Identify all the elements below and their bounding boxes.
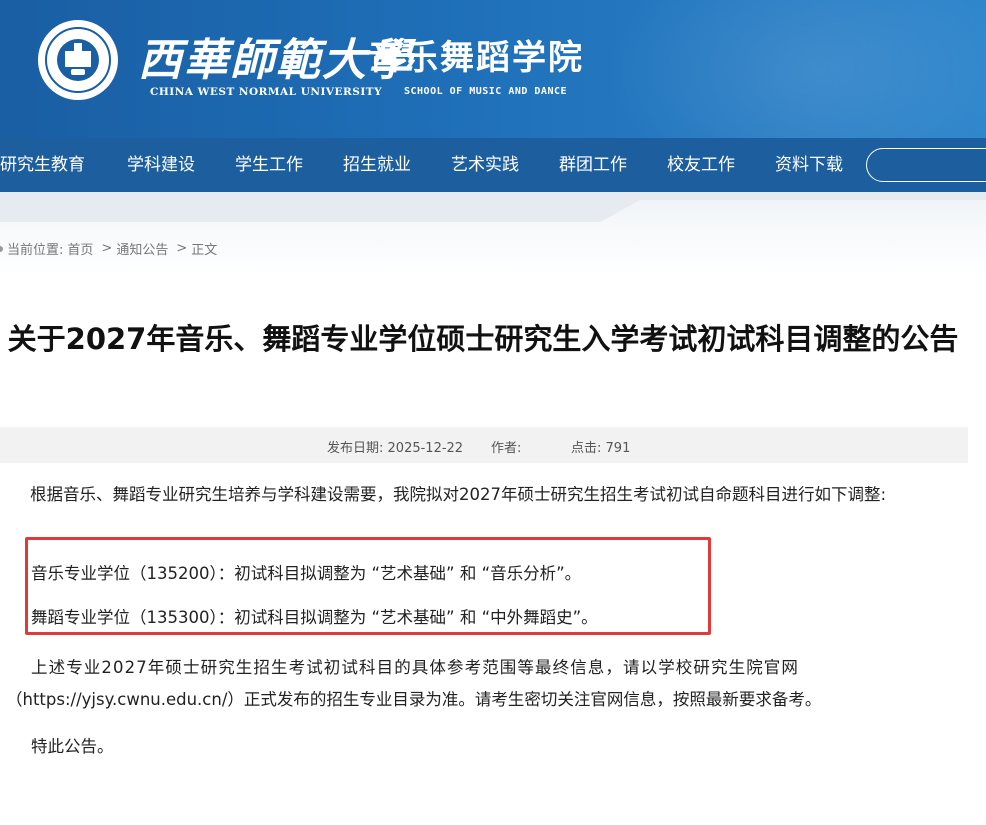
hit-count: 点击: 791 <box>571 437 630 456</box>
paragraph-intro: 根据音乐、舞蹈专业研究生培养与学科建设需要，我院拟对2027年硕士研究生招生考试… <box>30 485 887 504</box>
nav-item-admissions[interactable]: 招生就业 <box>343 138 411 192</box>
college-english-name: SCHOOL OF MUSIC AND DANCE <box>404 86 568 97</box>
location-icon <box>0 245 3 252</box>
hit-count-label: 点击: <box>571 441 602 456</box>
nav-item-downloads[interactable]: 资料下载 <box>775 138 843 192</box>
hit-count-value: 791 <box>605 441 631 456</box>
paragraph-reference-line-1: 上述专业2027年硕士研究生招生考试初试科目的具体参考范围等最终信息，请以学校研… <box>31 658 799 677</box>
band-decoration <box>0 192 986 222</box>
logo-year-badge <box>71 69 85 75</box>
search-input[interactable] <box>866 148 986 182</box>
paragraph-reference-line-2: （https://yjsy.cwnu.edu.cn/）正式发布的招生专业目录为准… <box>6 690 822 709</box>
article-meta: 发布日期: 2025-12-22 作者: 点击: 791 <box>0 427 968 463</box>
nav-item-art-practice[interactable]: 艺术实践 <box>451 138 519 192</box>
logo-building-icon <box>65 43 91 67</box>
paragraph-reference: 上述专业2027年硕士研究生招生考试初试科目的具体参考范围等最终信息，请以学校研… <box>0 652 972 716</box>
university-english-name: CHINA WEST NORMAL UNIVERSITY <box>150 86 383 98</box>
author-label: 作者: <box>491 441 522 456</box>
nav-item-graduate-education[interactable]: 研究生教育 <box>0 138 85 192</box>
nav-item-alumni[interactable]: 校友工作 <box>667 138 735 192</box>
breadcrumb-separator: > <box>101 241 113 256</box>
breadcrumb-notices[interactable]: 通知公告 <box>116 239 168 258</box>
breadcrumb-home[interactable]: 首页 <box>67 239 93 258</box>
publish-date-value: 2025-12-22 <box>387 441 464 456</box>
main-nav: 研究生教育 学科建设 学生工作 招生就业 艺术实践 群团工作 校友工作 资料下载 <box>0 138 986 192</box>
dance-degree-line: 舞蹈专业学位（135300）：初试科目拟调整为 “艺术基础” 和 “中外舞蹈史”… <box>31 608 598 627</box>
breadcrumb: 当前位置: 首页 > 通知公告 > 正文 <box>0 239 221 258</box>
publish-date: 发布日期: 2025-12-22 <box>327 437 463 456</box>
site-header: 西華師範大學 CHINA WEST NORMAL UNIVERSITY 音乐舞蹈… <box>0 0 986 138</box>
music-degree-line: 音乐专业学位（135200）：初试科目拟调整为 “艺术基础” 和 “音乐分析”。 <box>31 564 582 583</box>
author: 作者: <box>491 437 521 456</box>
closing-text: 特此公告。 <box>31 737 114 756</box>
article-title: 关于2027年音乐、舞蹈专业学位硕士研究生入学考试初试科目调整的公告 <box>7 322 959 356</box>
publish-date-label: 发布日期: <box>327 441 384 456</box>
nav-item-groups[interactable]: 群团工作 <box>559 138 627 192</box>
breadcrumb-band <box>0 192 986 276</box>
college-name: 音乐舞蹈学院 <box>368 38 584 78</box>
nav-item-discipline[interactable]: 学科建设 <box>127 138 195 192</box>
breadcrumb-label: 当前位置: <box>7 243 64 258</box>
breadcrumb-current: 正文 <box>191 243 218 258</box>
nav-item-student-affairs[interactable]: 学生工作 <box>235 138 303 192</box>
university-logo[interactable] <box>38 20 118 100</box>
breadcrumb-separator: > <box>176 241 188 256</box>
